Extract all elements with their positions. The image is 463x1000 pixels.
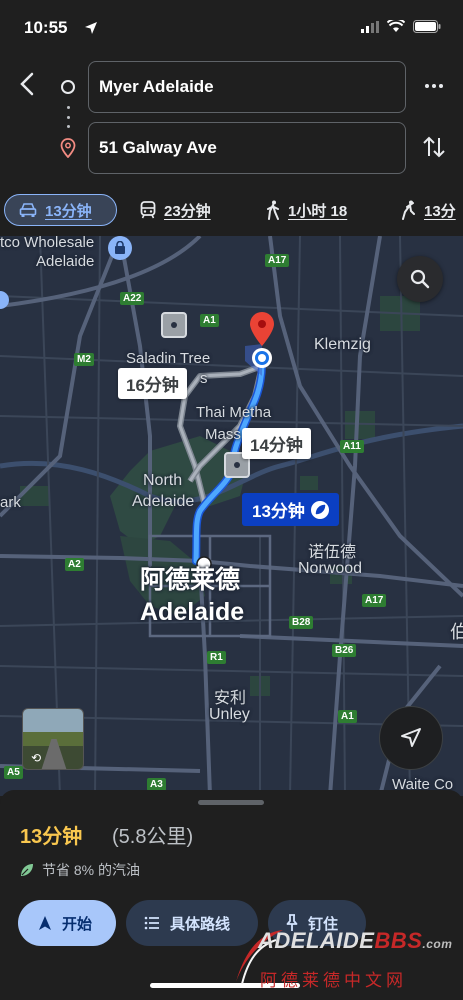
transit-stop-icon[interactable] [161,312,187,338]
status-icons [361,20,441,33]
navigation-arrow-icon [401,728,421,747]
sheet-drag-handle[interactable] [198,800,264,805]
start-label: 开始 [62,915,93,933]
map-label-thai: Thai Metha [196,404,272,421]
road-shield: M2 [74,353,94,366]
road-shield: A17 [362,594,387,607]
rotate-360-icon: ⟲ [31,751,42,765]
road-shield: B28 [289,616,314,629]
site-watermark: ADELAIDEBBS.com 阿德莱德中文网 [228,922,460,992]
map-label-north: North [143,472,183,489]
leaf-icon [21,864,33,876]
travel-mode-bar: 13分钟 23分钟 1小时 18 13分 [0,190,463,232]
mode-walking-label: 1小时 18 [288,202,348,220]
map-label-thai-2: Mass [205,426,241,443]
road-shield: R1 [207,651,226,664]
street-view-road [41,739,67,769]
wifi-icon [387,20,405,32]
watermark-subtitle: 阿德莱德中文网 [260,971,407,991]
destination-pin-icon [60,138,76,158]
watermark-logo-text: ADELAIDEBBS.com [258,928,452,954]
map-label-adelaide-en: Adelaide [140,598,245,626]
road-shield: A11 [340,440,364,453]
map-label-saladin: Saladin Tree [126,350,211,367]
eco-leaf-icon [310,500,329,519]
destination-field[interactable]: 51 Galway Ave [88,122,406,174]
road-shield: A22 [120,292,145,305]
transit-icon [140,201,156,219]
road-shield: A1 [338,710,357,723]
navigation-icon [39,916,51,930]
map-label-park: ark [0,494,21,511]
map-label-norwood-zh: 诺伍德 [308,544,357,561]
status-bar: 10:55 [0,0,463,56]
mode-transit-label: 23分钟 [164,202,211,220]
steps-label: 具体路线 [170,915,231,933]
primary-route-callout[interactable]: 13分钟 [242,493,339,526]
map-label-norwood-en: Norwood [298,560,363,577]
map-search-button[interactable] [397,256,443,302]
mode-ride[interactable]: 13分 [400,194,456,226]
search-icon [410,269,430,289]
mode-driving[interactable]: 13分钟 [4,194,117,226]
map-label-klemzig: Klemzig [314,336,371,353]
navigate-button[interactable] [379,706,443,770]
map-label-saladin-2: s [200,370,208,387]
mode-ride-label: 13分 [424,202,456,220]
mode-walking[interactable]: 1小时 18 [266,194,347,226]
map-label-unley-zh: 安利 [214,690,247,707]
road-shield: A5 [4,766,23,779]
list-icon [144,916,159,930]
road-shield: A17 [265,254,290,267]
origin-field[interactable]: Myer Adelaide [88,61,406,113]
map-label-costco: tco Wholesale [0,236,95,251]
road-shield: A2 [65,558,84,571]
shopping-poi-icon[interactable] [108,236,132,260]
eco-savings: 节省 8% 的汽油 [20,860,140,880]
more-options-icon[interactable] [420,76,448,96]
mode-driving-label: 13分钟 [45,202,92,220]
alt-route-callout-1[interactable]: 16分钟 [118,368,187,399]
car-icon [19,203,37,217]
map-label-north-2: Adelaide [132,493,195,510]
route-connector-icon [66,106,70,128]
map-label-costco-2: Adelaide [36,253,95,270]
watermark-a: ADELAIDE [258,928,375,953]
alt-route-callout-2[interactable]: 14分钟 [242,428,311,459]
mode-transit[interactable]: 23分钟 [140,194,211,226]
road-shield: A1 [200,314,219,327]
map-label-adelaide-zh: 阿德莱德 [140,566,241,594]
swap-icon[interactable] [422,134,446,160]
road-shield: B26 [332,644,357,657]
back-arrow-icon[interactable] [14,70,42,98]
battery-icon [413,20,441,33]
directions-header: Myer Adelaide 51 Galway Ave [0,56,463,184]
route-distance: (5.8公里) [112,826,194,848]
start-button[interactable]: 开始 [18,900,116,946]
street-view-thumbnail[interactable]: ⟲ [22,708,84,770]
signal-icon [361,20,379,33]
watermark-b: BBS [374,928,423,953]
map-label-edge: 伯 [450,622,463,642]
watermark-c: .com [422,937,453,951]
route-duration: 13分钟 [20,826,83,848]
ride-icon [402,200,415,220]
eco-savings-text: 节省 8% 的汽油 [42,862,141,878]
primary-route-time: 13分钟 [252,502,305,521]
map-label-unley-en: Unley [209,706,250,723]
location-arrow-icon [85,22,97,34]
map-view[interactable]: tco Wholesale Adelaide Klemzig Saladin T… [0,236,463,796]
walk-icon [267,200,279,220]
origin-dot-icon [61,80,75,94]
status-time: 10:55 [24,18,68,37]
